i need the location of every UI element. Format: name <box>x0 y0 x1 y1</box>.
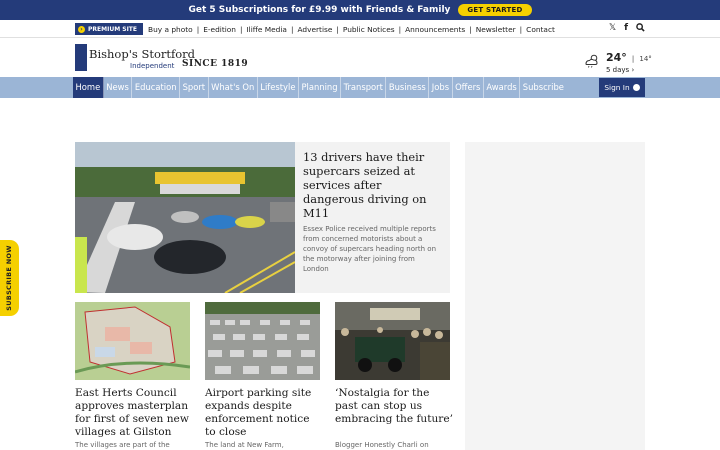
utility-bar: › PREMIUM SITE Buy a photo | E-edition |… <box>75 21 645 37</box>
nav-item-whats-on[interactable]: What's On <box>209 77 258 98</box>
promo-bar: Get 5 Subscriptions for £9.99 with Frien… <box>0 0 720 20</box>
chevron-right-icon: › <box>78 25 85 33</box>
subscribe-now-label: SUBSCRIBE NOW <box>5 245 13 311</box>
link-contact[interactable]: Contact <box>526 25 555 34</box>
link-e-edition[interactable]: E-edition <box>203 25 236 34</box>
nav-item-subscribe[interactable]: Subscribe <box>520 77 566 98</box>
card-image-nostalgia[interactable] <box>335 302 450 380</box>
nav-item-home[interactable]: Home <box>73 77 104 98</box>
premium-site-badge[interactable]: › PREMIUM SITE <box>75 23 143 35</box>
link-announcements[interactable]: Announcements <box>405 25 465 34</box>
subscribe-now-tab[interactable]: SUBSCRIBE NOW <box>0 240 19 316</box>
nav-item-transport[interactable]: Transport <box>341 77 387 98</box>
link-separator: | <box>290 24 294 34</box>
nav-item-news[interactable]: News <box>104 77 133 98</box>
main-nav: Home News Education Sport What's On Life… <box>73 77 566 98</box>
since-label: SINCE 1819 <box>182 59 249 69</box>
user-icon <box>632 84 640 91</box>
nav-item-sport[interactable]: Sport <box>180 77 209 98</box>
nav-item-offers[interactable]: Offers <box>453 77 484 98</box>
link-buy-photo[interactable]: Buy a photo <box>148 25 193 34</box>
chevron-right-icon: › <box>631 66 635 74</box>
promo-text: Get 5 Subscriptions for £9.99 with Frien… <box>188 5 451 15</box>
card-image-map[interactable] <box>75 302 190 380</box>
weather-separator: | <box>631 55 635 63</box>
partly-cloudy-rain-icon <box>583 53 601 68</box>
card-description: Blogger Honestly Charli on <box>335 441 429 449</box>
card-image-parking[interactable] <box>205 302 320 380</box>
get-started-button[interactable]: GET STARTED <box>458 4 532 16</box>
card-description: The villages are part of the <box>75 441 170 449</box>
card-description: The land at New Farm, <box>205 441 284 449</box>
ad-slot <box>465 142 645 450</box>
x-icon[interactable]: 𝕏 <box>609 23 616 35</box>
utility-links: Buy a photo | E-edition | Iliffe Media |… <box>148 25 555 34</box>
weather-low: 14° <box>639 55 652 63</box>
link-public-notices[interactable]: Public Notices <box>343 25 395 34</box>
link-separator: | <box>398 24 402 34</box>
nav-item-business[interactable]: Business <box>386 77 430 98</box>
link-separator: | <box>519 24 523 34</box>
facebook-icon[interactable]: f <box>624 23 628 35</box>
weather-days[interactable]: 5 days <box>606 66 629 74</box>
link-separator: | <box>469 24 472 34</box>
sign-in-label: Sign In <box>604 83 630 92</box>
card-title[interactable]: Airport parking site expands despite enf… <box>205 387 323 439</box>
social-icons: 𝕏 f <box>609 23 645 35</box>
card-title[interactable]: ‘Nostalgia for the past can stop us embr… <box>335 387 453 426</box>
hero-description: Essex Police received multiple reports f… <box>303 225 437 273</box>
weather-temp: 24° <box>606 51 627 64</box>
hero-title[interactable]: 13 drivers have their supercars seized a… <box>303 150 441 220</box>
nav-item-education[interactable]: Education <box>132 77 181 98</box>
sign-in-button[interactable]: Sign In <box>599 78 645 97</box>
nav-item-planning[interactable]: Planning <box>299 77 342 98</box>
nav-item-lifestyle[interactable]: Lifestyle <box>258 77 299 98</box>
card-title[interactable]: East Herts Council approves masterplan f… <box>75 387 193 439</box>
link-iliffe-media[interactable]: Iliffe Media <box>246 25 286 34</box>
link-separator: | <box>336 24 339 34</box>
link-newsletter[interactable]: Newsletter <box>476 25 516 34</box>
weather-widget[interactable]: 24° | 14° 5 days › <box>583 46 652 74</box>
hero-image[interactable] <box>75 142 295 293</box>
logo-name[interactable]: Bishop's Stortford <box>89 47 195 61</box>
logo-sub: Independent <box>130 62 175 70</box>
nav-item-jobs[interactable]: Jobs <box>429 77 453 98</box>
header-divider <box>0 37 720 38</box>
nav-item-awards[interactable]: Awards <box>484 77 521 98</box>
search-icon[interactable] <box>636 23 645 35</box>
premium-site-label: PREMIUM SITE <box>88 25 137 33</box>
link-separator: | <box>239 24 243 34</box>
link-separator: | <box>196 24 200 34</box>
link-advertise[interactable]: Advertise <box>297 25 332 34</box>
logo-mark[interactable] <box>75 44 87 71</box>
